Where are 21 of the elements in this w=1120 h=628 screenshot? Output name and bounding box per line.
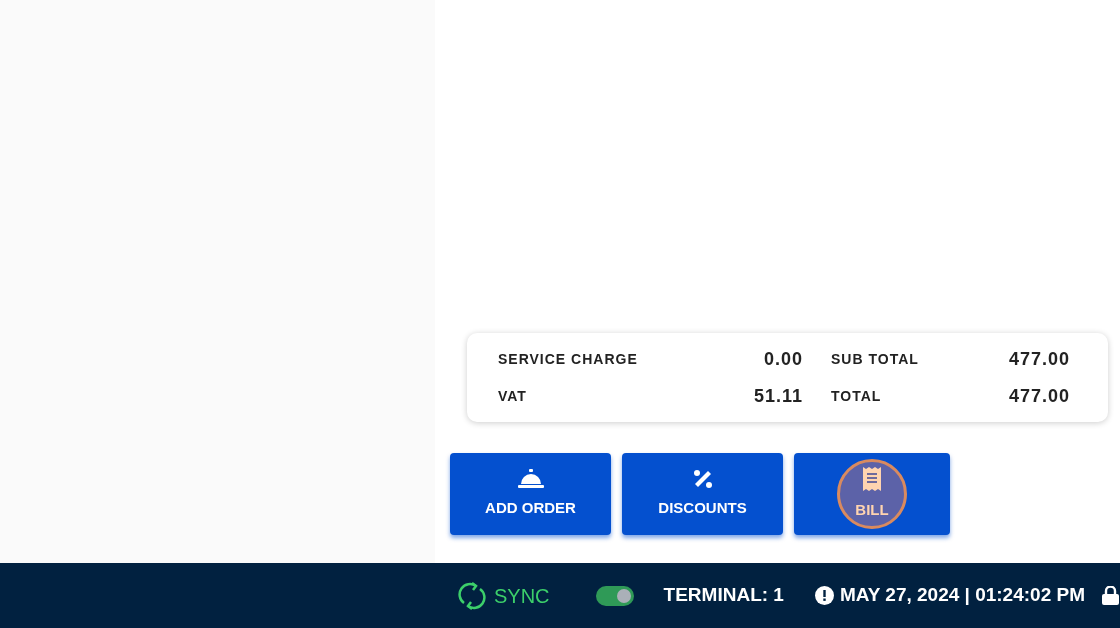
total-value: 477.00 (1007, 348, 1070, 371)
terminal-label: TERMINAL: 1 (663, 583, 784, 608)
total-label: SUB TOTAL (830, 350, 920, 369)
total-value: 0.00 (762, 348, 803, 371)
action-button[interactable]: DISCOUNTS (622, 453, 783, 535)
sync-icon (458, 580, 486, 611)
date-time: MAY 27, 2024 | 01:24:02 PM (839, 583, 1085, 608)
total-value: 51.11 (752, 385, 803, 408)
total-label: SERVICE CHARGE (498, 350, 639, 369)
sync-label: SYNC (494, 583, 550, 609)
total-label: VAT (498, 387, 528, 406)
lock-icon[interactable] (1102, 586, 1119, 605)
action-button[interactable]: ADD ORDER (450, 453, 611, 535)
alert-icon (814, 586, 834, 605)
bell-icon (517, 468, 544, 489)
receipt-icon (863, 466, 881, 491)
total-label: TOTAL (830, 387, 883, 406)
total-value: 477.00 (1007, 385, 1070, 408)
online-toggle[interactable] (595, 585, 634, 606)
percent-icon (692, 468, 713, 489)
action-button[interactable]: BILL (794, 453, 950, 535)
